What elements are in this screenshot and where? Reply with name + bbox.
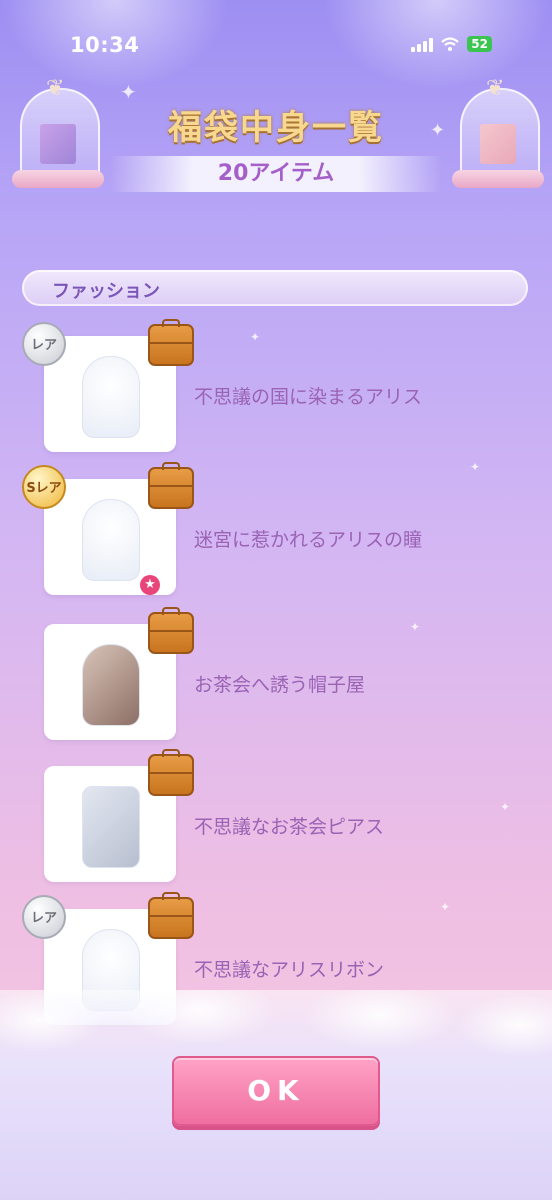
- bow-icon: ❦: [486, 76, 505, 101]
- item-image: [82, 786, 140, 868]
- item-image: [82, 644, 140, 726]
- category-label: ファッション: [52, 281, 160, 302]
- signal-icon: [411, 36, 434, 52]
- item-image: [82, 499, 140, 581]
- list-item[interactable]: お茶会へ誘う帽子屋: [22, 607, 522, 740]
- list-item[interactable]: Sレア ★ 迷宮に惹かれるアリスの瞳: [22, 462, 522, 595]
- item-name: 不思議なアリスリボン: [194, 959, 385, 981]
- ok-button[interactable]: OK: [172, 1056, 380, 1126]
- list-item[interactable]: 不思議なお茶会ピアス: [22, 749, 522, 882]
- rarity-badge: レア: [22, 895, 66, 939]
- wifi-icon: [441, 37, 460, 51]
- item-name: お茶会へ誘う帽子屋: [194, 674, 366, 696]
- suitcase-icon: [148, 319, 194, 366]
- item-count: 20アイテム: [110, 156, 442, 192]
- status-icons: 52: [411, 36, 492, 52]
- item-name: 不思議なお茶会ピアス: [194, 816, 385, 838]
- suitcase-icon: [148, 462, 194, 509]
- status-bar: 10:34 52: [0, 28, 552, 62]
- battery-icon: 52: [467, 36, 492, 52]
- item-image: [82, 356, 140, 438]
- rarity-badge: レア: [22, 322, 66, 366]
- page-title: 福袋中身一覧: [168, 108, 384, 148]
- category-header: ファッション: [22, 270, 528, 306]
- suitcase-icon: [148, 607, 194, 654]
- rarity-badge: Sレア: [22, 465, 66, 509]
- suitcase-icon: [148, 749, 194, 796]
- star-icon: ★: [140, 575, 160, 595]
- status-time: 10:34: [70, 33, 140, 57]
- item-name: 迷宮に惹かれるアリスの瞳: [194, 529, 423, 551]
- item-name: 不思議の国に染まるアリス: [194, 386, 423, 408]
- bow-icon: ❦: [46, 76, 65, 101]
- list-item[interactable]: レア 不思議の国に染まるアリス: [22, 319, 522, 452]
- suitcase-icon: [148, 892, 194, 939]
